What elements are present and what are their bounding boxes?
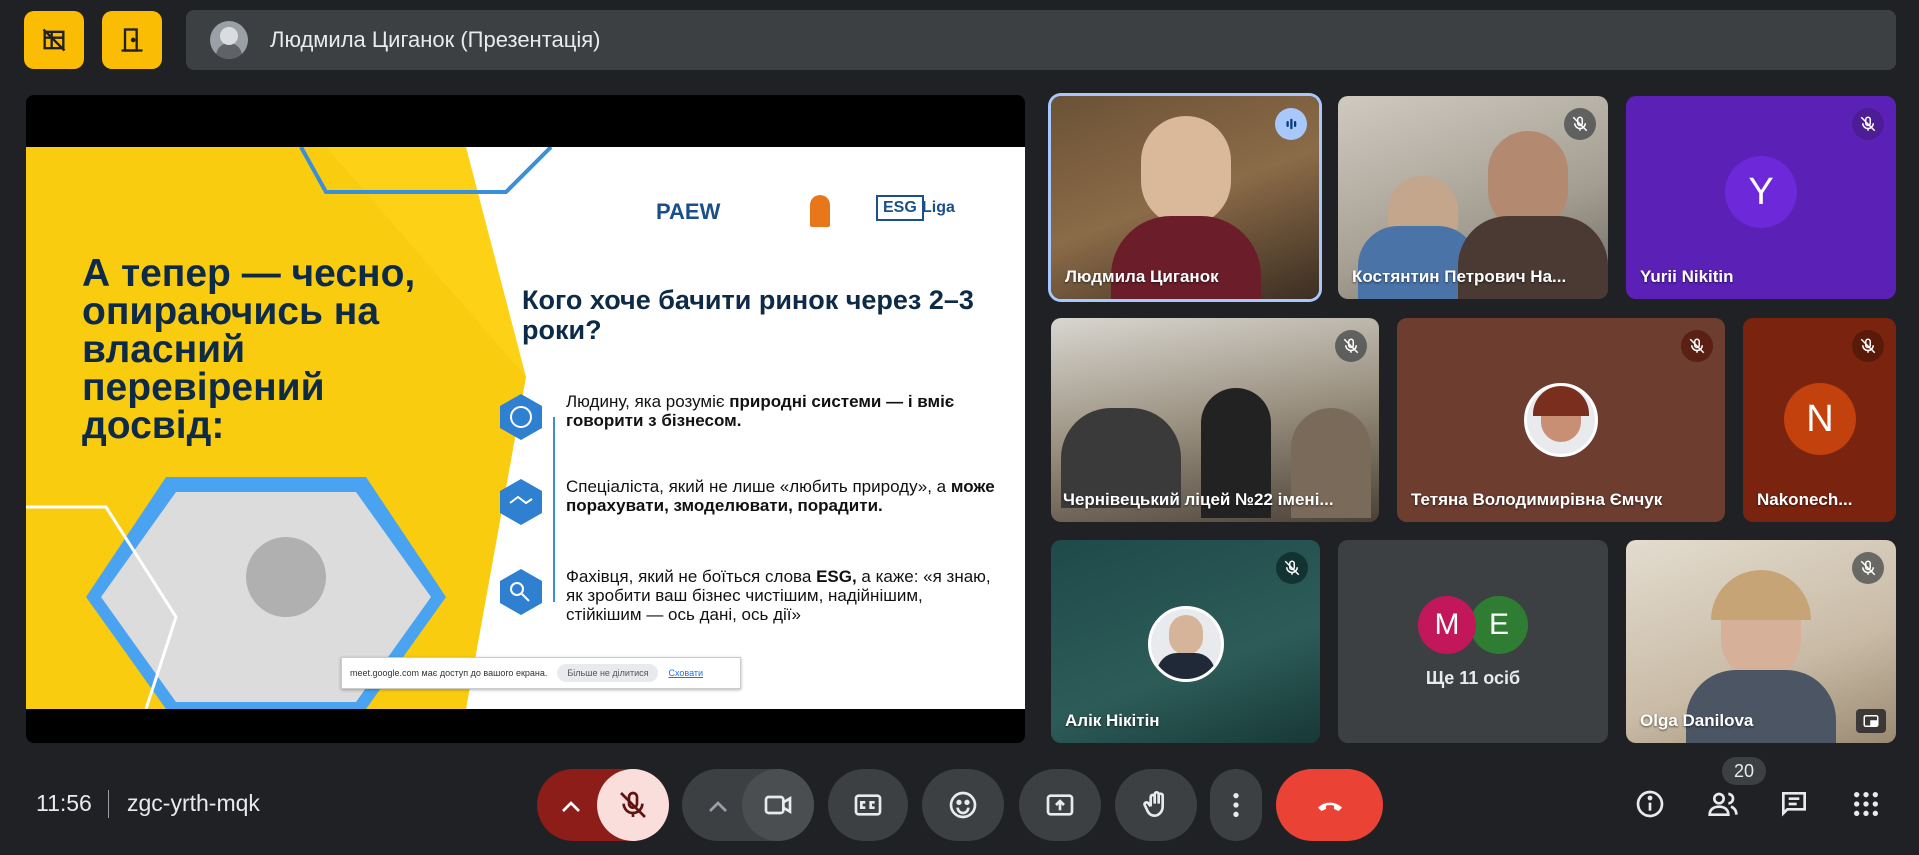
present-screen-button[interactable] [1019, 769, 1101, 841]
participant-count-badge: 20 [1722, 757, 1766, 785]
leave-companion-button[interactable] [102, 11, 162, 69]
hand-icon [1143, 791, 1164, 818]
share-notice-text: meet.google.com має доступ до вашого екр… [350, 668, 548, 678]
present-to-all-icon [1046, 794, 1074, 816]
people-icon [1708, 792, 1738, 816]
apps-grid-icon [1854, 792, 1878, 816]
slide: А тепер — чесно, опираючись на власний п… [26, 147, 1025, 709]
mic-off-icon [1681, 330, 1713, 362]
slide-title: А тепер — чесно, опираючись на власний п… [82, 252, 416, 447]
mic-off-icon [1852, 330, 1884, 362]
participant-tile[interactable]: Чернівецький ліцей №22 імені... [1051, 318, 1379, 522]
mic-off-icon [1276, 552, 1308, 584]
item-3-bold: ESG, [816, 567, 857, 586]
more-vert-icon [1233, 793, 1239, 817]
screen-share-notice: meet.google.com має доступ до вашого екр… [341, 657, 741, 689]
mic-off-icon [1852, 552, 1884, 584]
avatar: Y [1725, 156, 1797, 228]
info-icon [1636, 790, 1664, 818]
participant-name: Людмила Циганок [1065, 267, 1219, 286]
liga-logo: Liga [922, 199, 955, 216]
raise-hand-button[interactable] [1115, 769, 1197, 841]
meeting-code: zgc-yrth-mqk [127, 790, 260, 816]
participant-tile[interactable]: Y Yurii Nikitin [1626, 96, 1896, 299]
leave-call-button[interactable] [1276, 769, 1383, 841]
captions-button[interactable] [828, 769, 908, 841]
presentation-stage[interactable]: А тепер — чесно, опираючись на власний п… [26, 95, 1025, 743]
org-logo [810, 195, 830, 227]
participant-name: Чернівецький ліцей №22 імені... [1063, 490, 1334, 509]
closed-captions-icon [854, 794, 882, 816]
expert-icon [500, 569, 542, 615]
picture-in-picture-icon[interactable] [1856, 709, 1886, 733]
clock-time: 11:56 [36, 790, 92, 816]
esg-logo: ESG [876, 195, 924, 221]
activities-button[interactable] [1846, 784, 1886, 824]
participant-tile[interactable]: Людмила Циганок [1051, 96, 1319, 299]
mic-off-icon [1852, 108, 1884, 140]
reactions-button[interactable] [922, 769, 1004, 841]
participant-tile[interactable]: N Nakonech... [1743, 318, 1896, 522]
handshake-icon [500, 479, 542, 525]
mic-toggle-button[interactable] [597, 769, 669, 841]
item-1-text: Людину, яка розуміє [566, 392, 730, 411]
mic-off-icon [620, 791, 646, 818]
stop-sharing-button[interactable]: Більше не ділитися [557, 664, 659, 682]
hide-notice-link[interactable]: Сховати [668, 668, 703, 678]
avatar: E [1470, 596, 1528, 654]
participant-name: Olga Danilova [1640, 711, 1754, 730]
people-button[interactable] [1703, 784, 1743, 824]
participant-name: Yurii Nikitin [1640, 267, 1734, 286]
participant-tile[interactable]: Костянтин Петрович На... [1338, 96, 1608, 299]
call-end-icon [1317, 802, 1342, 811]
mic-off-icon [1335, 330, 1367, 362]
nature-business-icon [500, 394, 542, 440]
video-options-chevron-icon[interactable] [702, 791, 734, 828]
video-grid-off-icon [42, 28, 66, 52]
video-camera-icon [764, 795, 792, 815]
avatar [1148, 606, 1224, 682]
participant-tile[interactable]: Тетяна Володимирівна Ємчук [1397, 318, 1725, 522]
participant-tile[interactable]: Алік Нікітін [1051, 540, 1320, 743]
participant-tile[interactable]: Olga Danilova [1626, 540, 1896, 743]
others-count-label: Ще 11 осіб [1425, 668, 1521, 688]
presenter-bar: Людмила Циганок (Презентація) [186, 10, 1896, 70]
presenter-avatar [210, 21, 248, 59]
avatar: M [1418, 596, 1476, 654]
chat-button[interactable] [1774, 784, 1814, 824]
avatar: N [1784, 383, 1856, 455]
divider [108, 790, 109, 818]
item-3-text: Фахівця, який не боїться слова [566, 567, 817, 586]
meeting-details-button[interactable] [1630, 784, 1670, 824]
presenter-name: Людмила Циганок (Презентація) [270, 27, 601, 52]
door-icon [121, 28, 143, 52]
slide-question: Кого хоче бачити ринок через 2–3 роки? [522, 285, 974, 345]
paew-logo: PAEW [656, 199, 721, 224]
others-tile[interactable]: M E Ще 11 осіб [1338, 540, 1608, 743]
participant-name: Костянтин Петрович На... [1352, 267, 1567, 286]
avatar [1524, 383, 1598, 457]
speaking-indicator-icon [1275, 108, 1307, 140]
emoji-icon [949, 791, 977, 819]
audio-options-chevron-icon[interactable] [555, 791, 587, 828]
more-options-button[interactable] [1210, 769, 1262, 841]
participant-name: Тетяна Володимирівна Ємчук [1411, 490, 1663, 509]
mic-off-icon [1564, 108, 1596, 140]
chat-icon [1782, 792, 1806, 817]
hide-self-view-button[interactable] [24, 11, 84, 69]
participant-name: Алік Нікітін [1065, 711, 1160, 730]
item-2-text: Спеціаліста, який не лише «любить природ… [566, 477, 951, 496]
camera-toggle-button[interactable] [742, 769, 814, 841]
participant-name: Nakonech... [1757, 490, 1853, 509]
